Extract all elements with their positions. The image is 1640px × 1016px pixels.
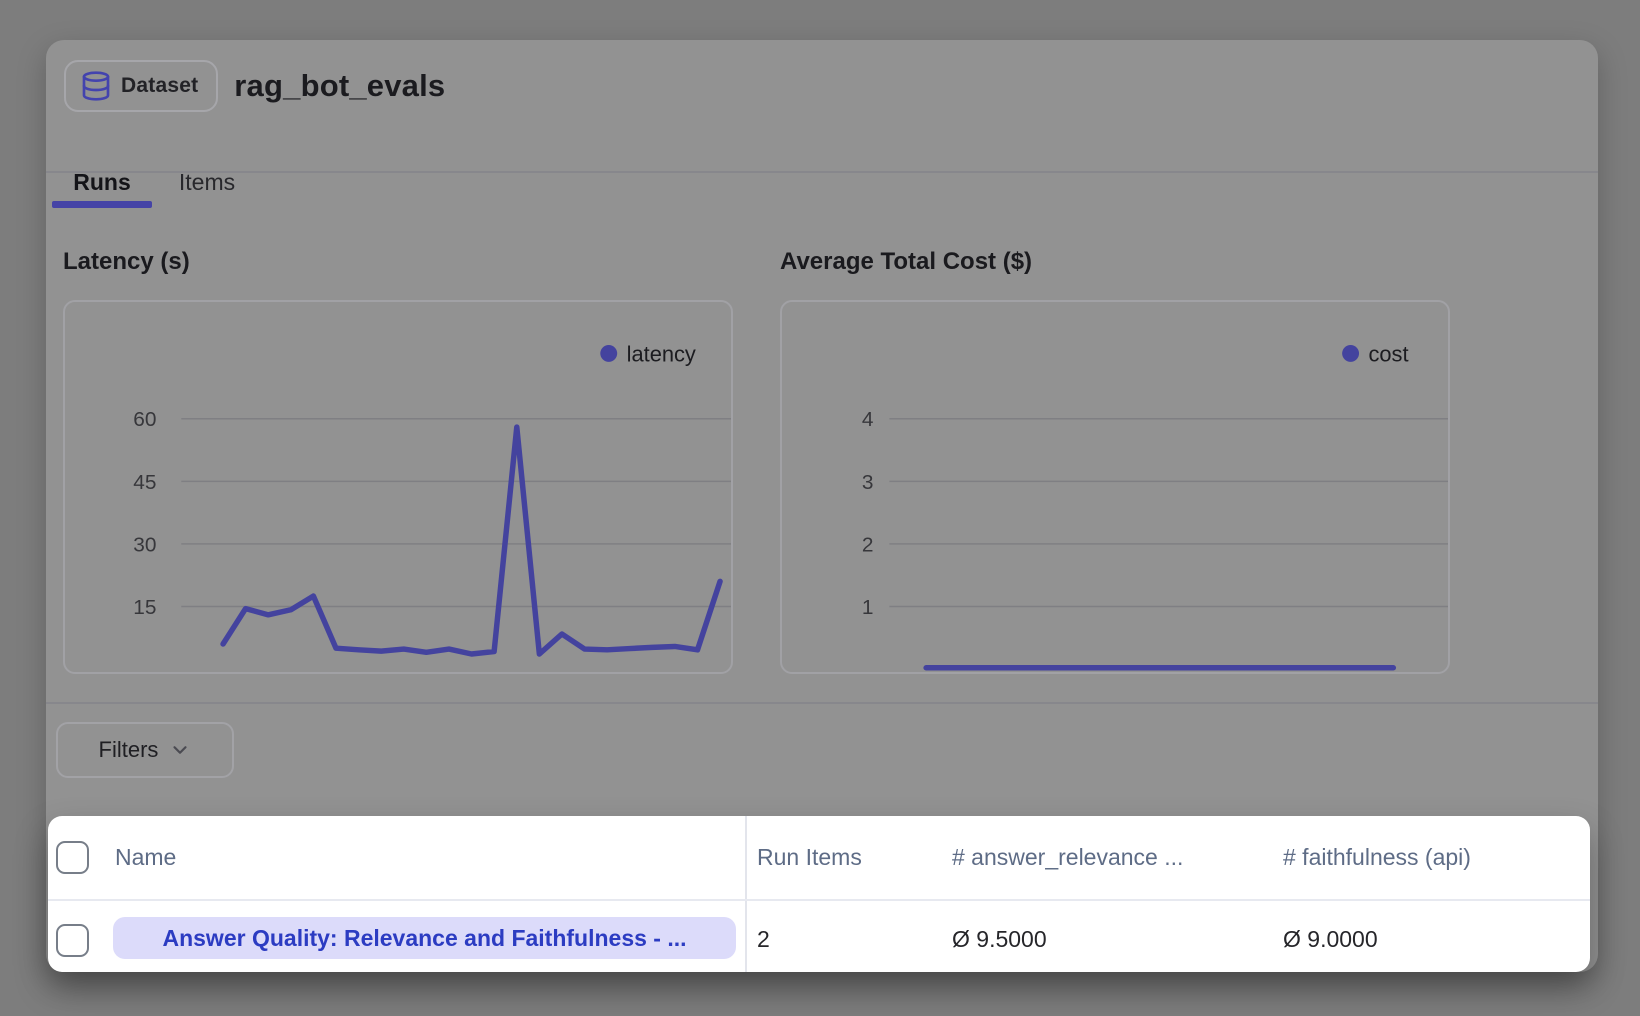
- header-row-divider: [48, 899, 1590, 901]
- column-header-faithfulness[interactable]: # faithfulness (api): [1283, 844, 1471, 871]
- tab-bar: Runs Items: [46, 152, 1598, 212]
- run-name-link[interactable]: Answer Quality: Relevance and Faithfulne…: [113, 917, 736, 959]
- runs-table: Name Run Items # answer_relevance ... # …: [48, 816, 1590, 972]
- cell-answer-relevance: Ø 9.5000: [952, 926, 1047, 953]
- latency-chart-title: Latency (s): [63, 248, 190, 276]
- svg-text:3: 3: [862, 471, 874, 494]
- cost-chart-title: Average Total Cost ($): [780, 248, 1032, 276]
- dataset-card: Dataset rag_bot_evals Runs Items Latency…: [46, 40, 1598, 972]
- tab-items[interactable]: Items: [164, 160, 250, 204]
- database-icon: [80, 70, 112, 102]
- run-name-label: Answer Quality: Relevance and Faithfulne…: [162, 925, 686, 952]
- select-all-checkbox[interactable]: [56, 841, 89, 874]
- column-header-run-items[interactable]: Run Items: [757, 844, 862, 871]
- row-checkbox[interactable]: [56, 924, 89, 957]
- card-header: Dataset rag_bot_evals: [64, 60, 445, 112]
- tab-divider: [46, 171, 1598, 173]
- tab-runs[interactable]: Runs: [52, 160, 152, 204]
- dataset-badge: Dataset: [64, 60, 218, 112]
- latency-chart-canvas: 15 30 45 60 latency: [65, 302, 731, 672]
- svg-text:60: 60: [133, 408, 156, 431]
- active-tab-underline: [52, 201, 152, 208]
- filters-divider: [46, 702, 1598, 704]
- svg-text:2: 2: [862, 533, 874, 556]
- svg-text:latency: latency: [627, 341, 696, 366]
- svg-text:4: 4: [862, 408, 874, 431]
- column-header-name[interactable]: Name: [115, 844, 176, 871]
- cell-faithfulness: Ø 9.0000: [1283, 926, 1378, 953]
- svg-text:15: 15: [133, 596, 156, 619]
- page: { "header": { "badge_label": "Dataset", …: [0, 0, 1640, 1016]
- chevron-down-icon: [169, 739, 191, 761]
- latency-chart: 15 30 45 60 latency: [63, 300, 733, 674]
- filters-button[interactable]: Filters: [56, 722, 234, 778]
- svg-text:45: 45: [133, 471, 156, 494]
- cost-chart: 1 2 3 4 cost: [780, 300, 1450, 674]
- column-header-answer-relevance[interactable]: # answer_relevance ...: [952, 844, 1183, 871]
- svg-text:30: 30: [133, 533, 156, 556]
- svg-text:1: 1: [862, 596, 874, 619]
- column-divider: [745, 816, 747, 972]
- page-title: rag_bot_evals: [234, 68, 445, 104]
- filters-button-label: Filters: [99, 737, 159, 763]
- dataset-badge-label: Dataset: [121, 74, 198, 98]
- svg-text:cost: cost: [1368, 341, 1408, 366]
- cost-chart-canvas: 1 2 3 4 cost: [782, 302, 1448, 672]
- cell-run-items: 2: [757, 926, 770, 953]
